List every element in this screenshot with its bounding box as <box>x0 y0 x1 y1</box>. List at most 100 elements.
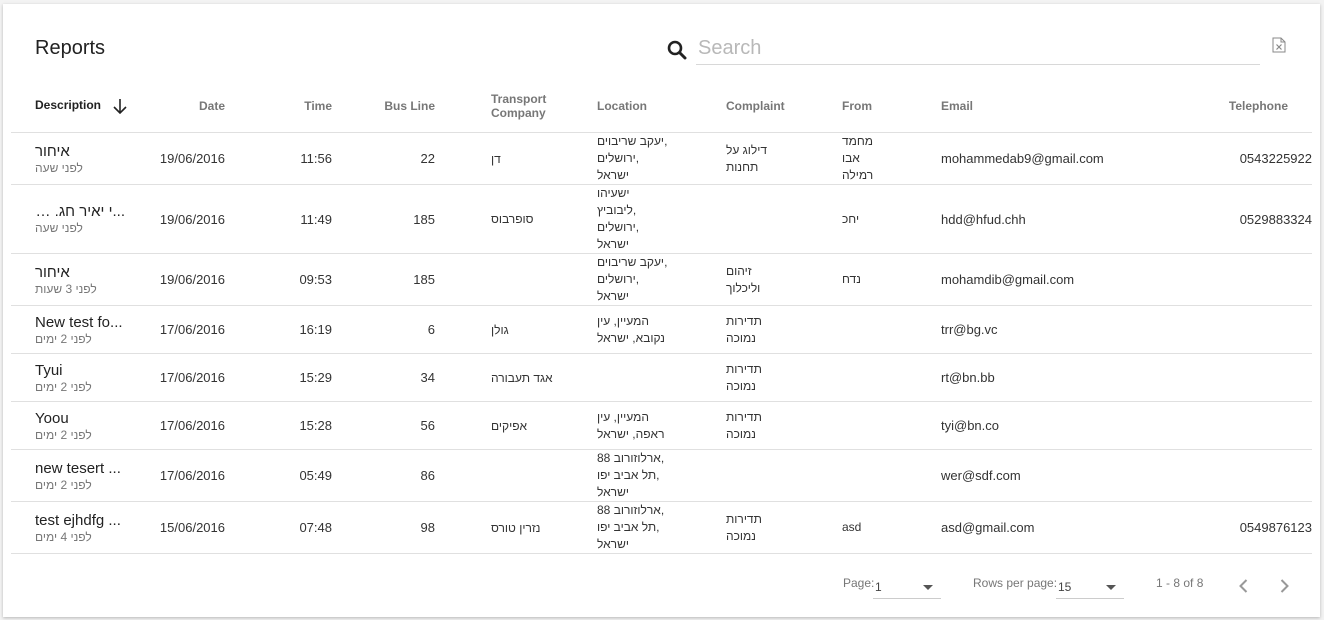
time-ago-text: לפני 2 ימים <box>35 379 92 394</box>
description-text: איחור <box>35 263 70 281</box>
time-ago-text: לפני 2 ימים <box>35 477 92 492</box>
page-select-value: 1 <box>875 580 882 594</box>
column-header-time[interactable]: Time <box>225 80 332 133</box>
telephone-cell: 0549876123 <box>1156 501 1312 554</box>
complaint-cell <box>726 449 842 502</box>
telephone-cell <box>1156 353 1312 402</box>
column-header-email[interactable]: Email <box>941 80 1156 133</box>
table-row[interactable]: ...י יאיר חג. עבדלפני שעה19/06/201611:49… <box>11 184 1312 254</box>
from-cell <box>842 449 941 502</box>
description-text: new tesert ... <box>35 459 121 477</box>
reports-card: Reports Description <box>3 4 1320 617</box>
chevron-right-icon[interactable] <box>1274 576 1294 596</box>
telephone-cell: 0543225922 <box>1156 132 1312 185</box>
bus-line-cell: 98 <box>332 501 435 554</box>
complaint-cell: תדירות נמוכה <box>726 401 842 450</box>
table-row[interactable]: New test fo... לפני 2 ימים 17/06/2016 16:19… <box>11 305 1312 354</box>
pagination-range: 1 - 8 of 8 <box>1156 576 1204 590</box>
complaint-cell: תדירות נמוכה <box>726 501 842 554</box>
description-cell: איחור לפני שעה <box>11 132 151 185</box>
page-select[interactable]: 1 <box>873 574 941 599</box>
transport-company-cell: דן <box>435 132 597 185</box>
page-label: Page: <box>843 576 875 590</box>
table-row[interactable]: איחור לפני 3 שעות 19/06/2016 09:53 185 יעקב ש… <box>11 253 1312 306</box>
table-row[interactable]: איחור לפני שעה 19/06/2016 11:56 22 דן יעקב שרי… <box>11 132 1312 185</box>
telephone-cell <box>1156 449 1312 502</box>
column-header-location[interactable]: Location <box>597 80 726 133</box>
description-cell: New test fo... לפני 2 ימים <box>11 305 151 354</box>
email-cell: mohammedab9@gmail.com <box>941 132 1156 185</box>
transport-company-cell <box>435 253 597 306</box>
column-header-transport-company[interactable]: Transport Company <box>435 80 597 133</box>
date-cell: 17/06/2016 <box>151 401 225 450</box>
column-header-from[interactable]: From <box>842 80 941 133</box>
email-cell: asd@gmail.com <box>941 501 1156 554</box>
time-ago-text: לפני 3 שעות <box>35 281 97 296</box>
location-cell: ישעיהו ליבוביץ, ירושלים, ישראל <box>597 184 726 254</box>
transport-company-cell: אגד תעבורה <box>435 353 597 402</box>
chevron-down-icon <box>1106 585 1116 590</box>
time-cell: 16:19 <box>225 305 332 354</box>
time-cell: 05:49 <box>225 449 332 502</box>
bus-line-cell: 185 <box>332 184 435 254</box>
time-cell: 09:53 <box>225 253 332 306</box>
description-cell: ...י יאיר חג. עבדלפני שעה <box>11 184 151 254</box>
chevron-left-icon[interactable] <box>1234 576 1254 596</box>
description-cell: Tyui לפני 2 ימים <box>11 353 151 402</box>
search-input[interactable] <box>696 34 1260 65</box>
bus-line-cell: 86 <box>332 449 435 502</box>
telephone-cell <box>1156 401 1312 450</box>
column-header-bus-line[interactable]: Bus Line <box>332 80 435 133</box>
description-text: איחור <box>35 142 70 160</box>
location-cell: המעיין, עין ראפה, ישראל <box>597 401 726 450</box>
email-cell: wer@sdf.com <box>941 449 1156 502</box>
table-row[interactable]: new tesert ... לפני 2 ימים 17/06/2016 05:49… <box>11 449 1312 502</box>
email-cell: hdd@hfud.chh <box>941 184 1156 254</box>
time-ago-text: לפני 2 ימים <box>35 331 92 346</box>
telephone-cell <box>1156 305 1312 354</box>
rows-per-page-select[interactable]: 15 <box>1056 574 1124 599</box>
email-cell: rt@bn.bb <box>941 353 1156 402</box>
date-cell: 15/06/2016 <box>151 501 225 554</box>
column-header-complaint[interactable]: Complaint <box>726 80 842 133</box>
reports-table: Description Date Time Bus Line Transport… <box>11 80 1312 554</box>
table-row[interactable]: test ejhdfg ... לפני 4 ימים 15/06/2016 07:4… <box>11 501 1312 554</box>
table-row[interactable]: Tyui לפני 2 ימים 17/06/2016 15:29 34 אגד תעבו… <box>11 353 1312 402</box>
complaint-cell: דילוג על תחנות <box>726 132 842 185</box>
arrow-down-sort-icon[interactable] <box>112 98 128 114</box>
column-header-telephone[interactable]: Telephone <box>1156 80 1312 133</box>
description-cell: איחור לפני 3 שעות <box>11 253 151 306</box>
search-icon <box>667 40 687 60</box>
location-cell: ארלוזורוב 88, תל אביב יפו, ישראל <box>597 449 726 502</box>
email-cell: mohamdib@gmail.com <box>941 253 1156 306</box>
date-cell: 17/06/2016 <box>151 305 225 354</box>
from-cell: מחמד אבו רמילה <box>842 132 941 185</box>
location-cell: יעקב שריבוים, ירושלים, ישראל <box>597 132 726 185</box>
description-text: Tyui <box>35 361 63 379</box>
telephone-cell: 0529883324 <box>1156 184 1312 254</box>
bus-line-cell: 56 <box>332 401 435 450</box>
date-cell: 19/06/2016 <box>151 132 225 185</box>
transport-company-cell: גולן <box>435 305 597 354</box>
complaint-cell <box>726 184 842 254</box>
email-cell: tyi@bn.co <box>941 401 1156 450</box>
from-cell: נדח <box>842 253 941 306</box>
from-cell <box>842 401 941 450</box>
rows-per-page-label: Rows per page: <box>973 576 1058 590</box>
table-header-row: Description Date Time Bus Line Transport… <box>11 80 1312 133</box>
complaint-cell: זיהום וליכלוך <box>726 253 842 306</box>
location-cell: יעקב שריבוים, ירושלים, ישראל <box>597 253 726 306</box>
column-header-description[interactable]: Description <box>11 80 151 133</box>
complaint-cell: תדירות נמוכה <box>726 353 842 402</box>
description-cell: Yoou לפני 2 ימים <box>11 401 151 450</box>
bus-line-cell: 22 <box>332 132 435 185</box>
description-text: Yoou <box>35 409 69 427</box>
bus-line-cell: 6 <box>332 305 435 354</box>
table-row[interactable]: Yoou לפני 2 ימים 17/06/2016 15:28 56 אפיקים המ… <box>11 401 1312 450</box>
description-cell: test ejhdfg ... לפני 4 ימים <box>11 501 151 554</box>
bus-line-cell: 185 <box>332 253 435 306</box>
description-text: test ejhdfg ... <box>35 511 121 529</box>
excel-export-icon[interactable] <box>1272 37 1286 53</box>
column-header-date[interactable]: Date <box>151 80 225 133</box>
time-cell: 15:28 <box>225 401 332 450</box>
